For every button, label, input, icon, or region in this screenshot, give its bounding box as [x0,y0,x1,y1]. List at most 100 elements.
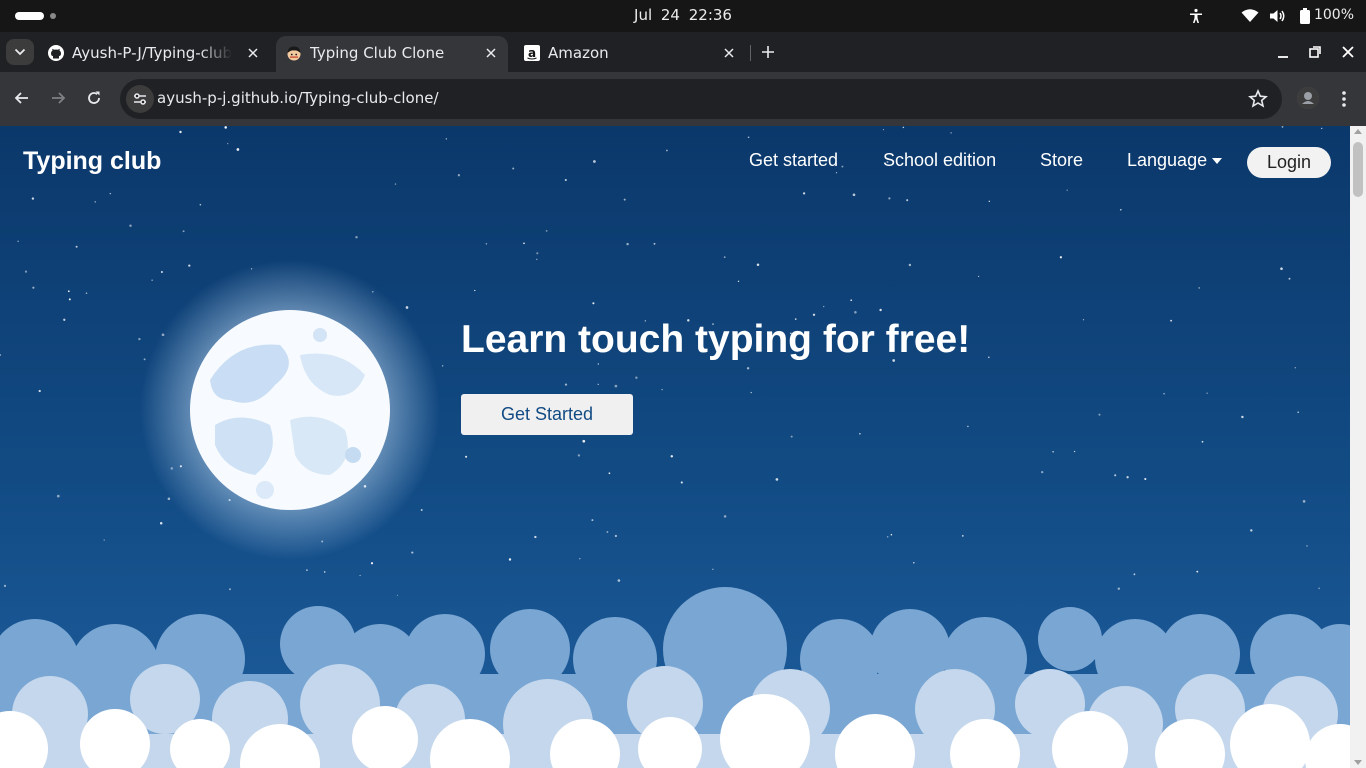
star-dot [85,292,88,294]
star-dot [441,365,444,367]
battery-icon[interactable] [1299,8,1311,24]
system-clock[interactable]: Jul 24 22:36 [0,6,1366,24]
star-dot [812,313,816,317]
star-dot [75,245,78,248]
star-dot [1201,440,1204,443]
hero-title: Learn touch typing for free! [461,318,971,361]
star-dot [1321,127,1323,130]
star-dot [1206,392,1208,394]
star-dot [961,535,964,537]
address-bar[interactable]: ayush-p-j.github.io/Typing-club-clone/ [120,79,1282,119]
site-logo[interactable]: Typing club [23,147,161,176]
star-dot [1073,450,1076,453]
restore-icon[interactable] [1307,44,1323,60]
close-window-icon[interactable] [1340,44,1356,60]
star-dot [886,536,889,538]
star-dot [597,383,599,385]
tab-amazon[interactable]: a Amazon [514,36,746,72]
minimize-icon[interactable] [1275,44,1291,60]
star-dot [32,286,35,289]
caret-down-icon [1212,158,1223,164]
url-text[interactable]: ayush-p-j.github.io/Typing-club-clone/ [157,89,439,107]
profile-avatar[interactable] [1297,87,1319,109]
nav-store[interactable]: Store [1040,150,1083,171]
tab-separator [750,45,751,61]
tab-typing-club-clone[interactable]: Typing Club Clone [276,36,508,72]
star-dot [1281,126,1284,128]
star-dot [579,557,581,560]
star-dot [359,574,361,577]
star-dot [967,425,969,428]
star-dot [680,481,683,484]
get-started-button[interactable]: Get Started [461,394,633,435]
wifi-icon[interactable] [1241,8,1259,24]
star-dot [623,198,626,201]
page-scrollbar[interactable] [1350,126,1366,768]
star-dot [564,178,567,182]
star-dot [852,193,856,197]
scroll-down-arrow-icon[interactable] [1354,760,1362,765]
page-viewport: Typing club Get started School edition S… [0,126,1366,768]
back-icon[interactable] [12,88,32,108]
star-dot [536,252,539,255]
star-dot [597,363,599,365]
star-dot [746,367,750,370]
star-dot [841,165,844,168]
star-dot [1098,413,1101,416]
star-dot [1059,256,1063,259]
star-dot [1126,476,1129,479]
star-dot [1241,415,1244,419]
star-dot [457,174,461,177]
svg-text:a: a [528,46,536,60]
star-dot [224,126,227,129]
star-dot [661,388,663,391]
star-dot [545,229,548,232]
reload-icon[interactable] [84,88,104,108]
star-dot [747,136,750,139]
nav-school-edition[interactable]: School edition [883,150,996,171]
star-dot [1066,189,1068,191]
forward-icon[interactable] [48,88,68,108]
star-dot [474,289,476,292]
nav-language-dropdown[interactable]: Language [1127,150,1223,171]
star-dot [1114,474,1117,477]
star-dot [1041,470,1044,474]
star-dot [756,263,760,267]
star-dot [534,535,537,539]
close-tab-icon[interactable] [246,46,260,60]
battery-percentage[interactable]: 100% [1314,7,1354,23]
star-dot [323,571,326,573]
star-dot [236,148,240,151]
close-tab-icon[interactable] [484,46,498,60]
star-dot [653,242,656,245]
language-label: Language [1127,150,1208,170]
star-dot [626,242,629,246]
star-dot [582,439,586,443]
star-dot [17,240,19,242]
scroll-up-arrow-icon[interactable] [1354,129,1362,134]
new-tab-icon[interactable] [760,44,776,60]
login-button[interactable]: Login [1247,147,1331,178]
star-dot [635,376,638,379]
more-options-icon[interactable] [1334,89,1354,109]
nav-get-started[interactable]: Get started [749,150,838,171]
close-tab-icon[interactable] [722,46,736,60]
star-dot [56,494,60,498]
star-dot [465,455,468,458]
tab-github[interactable]: Ayush-P-J/Typing-club-clone [38,36,270,72]
tab-title: Ayush-P-J/Typing-club-clone [72,44,232,62]
volume-icon[interactable] [1269,8,1287,24]
site-info-button[interactable] [126,85,154,113]
bookmark-star-icon[interactable] [1248,89,1268,109]
star-dot [564,383,568,386]
tab-search-button[interactable] [6,39,34,65]
star-dot [1144,477,1147,481]
star-dot [614,534,617,538]
star-dot [0,354,2,356]
star-dot [355,236,358,239]
scrollbar-thumb[interactable] [1353,142,1363,197]
accessibility-icon[interactable] [1188,8,1204,24]
star-dot [67,290,70,293]
star-dot [68,298,71,301]
star-dot [38,389,41,393]
